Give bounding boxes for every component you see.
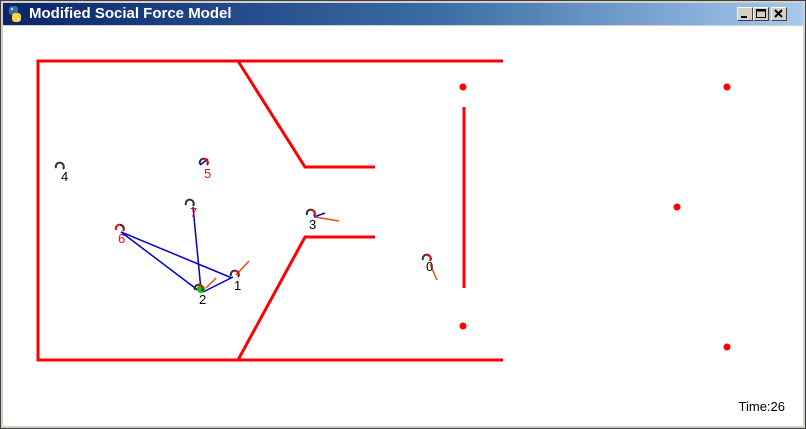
agent-label-3: 3 <box>309 217 316 232</box>
app-window: Modified Social Force Model 0 1 2 3 4 5 … <box>0 0 806 429</box>
agent-label-0: 0 <box>426 259 433 274</box>
target-points <box>459 83 731 351</box>
target-point <box>673 203 681 211</box>
interaction-links <box>120 158 326 293</box>
simulation-drawing: 0 1 2 3 4 5 6 7 <box>36 59 731 362</box>
close-button[interactable] <box>771 7 787 21</box>
link-2-1 <box>202 276 234 293</box>
minimize-icon <box>741 16 747 18</box>
agent-3-marker-red <box>310 209 316 215</box>
python-icon <box>9 6 21 22</box>
minimize-button[interactable] <box>737 7 753 21</box>
agents <box>54 157 432 292</box>
agent-labels: 0 1 2 3 4 5 6 7 <box>61 166 433 307</box>
agent-label-2: 2 <box>199 292 206 307</box>
wall-lower-funnel <box>236 235 375 361</box>
close-icon <box>774 9 783 18</box>
agent-label-1: 1 <box>234 278 241 293</box>
agent-label-4: 4 <box>61 169 68 184</box>
time-readout: Time:26 <box>738 399 785 414</box>
agent-6-marker-dark <box>119 224 125 230</box>
target-point <box>459 322 467 330</box>
agent-label-6: 6 <box>118 231 125 246</box>
walls <box>36 59 503 362</box>
maximize-button[interactable] <box>753 7 769 21</box>
wall-outer-left <box>36 59 503 362</box>
wall-upper-funnel <box>236 60 375 169</box>
window-title: Modified Social Force Model <box>29 5 232 22</box>
link-6-2 <box>120 231 200 292</box>
target-point <box>459 83 467 91</box>
simulation-canvas[interactable]: 0 1 2 3 4 5 6 7 Time:26 <box>3 26 803 426</box>
target-point <box>723 343 731 351</box>
target-point <box>723 83 731 91</box>
agent-3-velocity <box>314 216 340 222</box>
title-bar[interactable]: Modified Social Force Model <box>3 3 803 25</box>
maximize-icon <box>756 9 766 18</box>
agent-label-7: 7 <box>190 205 197 220</box>
agent-label-5: 5 <box>204 166 211 181</box>
link-6-1 <box>120 231 233 279</box>
